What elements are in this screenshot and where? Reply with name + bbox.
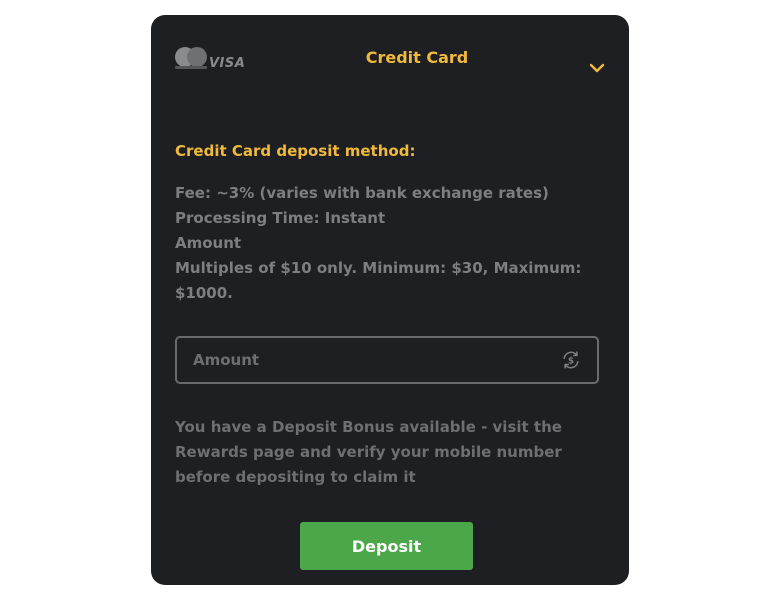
chevron-down-icon[interactable] [588, 59, 606, 77]
limits-text-continued: $1000. [175, 284, 233, 302]
amount-label: Amount [175, 234, 242, 252]
processing-time-text: Processing Time: Instant [175, 209, 386, 227]
amount-input[interactable] [177, 338, 547, 382]
amount-field: $ [175, 336, 599, 384]
deposit-method-title: Credit Card deposit method: [175, 142, 416, 160]
currency-exchange-icon[interactable]: $ [561, 350, 581, 370]
deposit-method-info: Fee: ~3% (varies with bank exchange rate… [175, 181, 595, 306]
deposit-bonus-notice: You have a Deposit Bonus available - vis… [175, 418, 562, 486]
fee-text: Fee: ~3% (varies with bank exchange rate… [175, 184, 549, 202]
deposit-button[interactable]: Deposit [300, 522, 473, 570]
limits-text: Multiples of $10 only. Minimum: $30, Max… [175, 259, 582, 277]
deposit-panel: VISA Credit Card Credit Card deposit met… [151, 15, 629, 585]
svg-text:$: $ [568, 357, 574, 367]
payment-method-header[interactable]: VISA Credit Card [151, 15, 629, 105]
